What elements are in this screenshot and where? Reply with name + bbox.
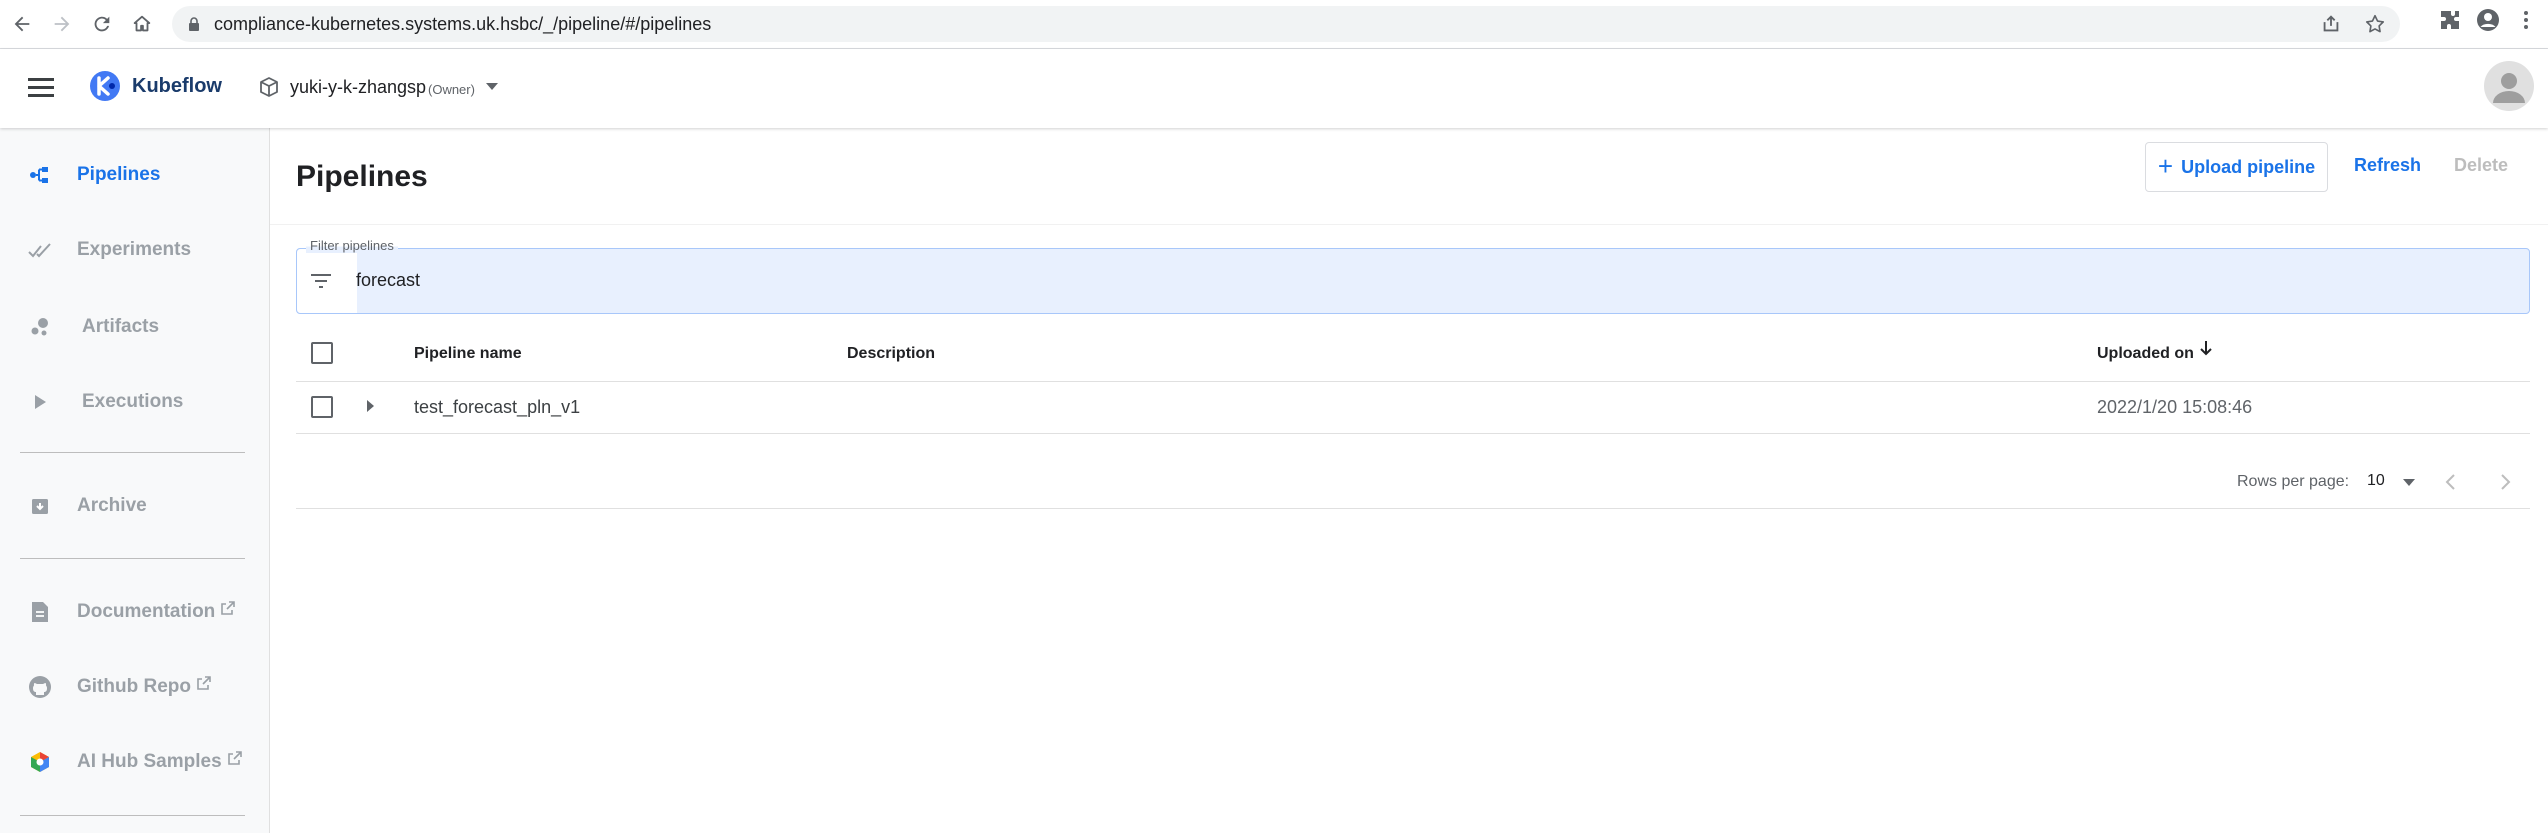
column-header-uploaded-on[interactable]: Uploaded on [2097, 345, 2194, 363]
sidebar-item-label: Documentation [77, 601, 216, 622]
pipelines-icon [28, 163, 52, 187]
table-header [296, 334, 2530, 382]
sidebar-item-label: Github Repo [77, 676, 191, 697]
profile-icon[interactable] [2476, 8, 2500, 32]
toolbar-divider [270, 224, 2548, 225]
sidebar-divider [20, 452, 245, 453]
filter-pipelines-input[interactable] [296, 248, 2530, 314]
sidebar-divider [20, 815, 245, 816]
sidebar-item-ai-hub-samples[interactable]: AI Hub Samples [0, 740, 270, 784]
forward-icon[interactable] [46, 8, 78, 40]
namespace-role: (Owner) [428, 82, 475, 97]
plus-icon: + [2157, 150, 2174, 181]
upload-pipeline-label: Upload pipeline [2181, 156, 2316, 177]
filter-value[interactable]: forecast [356, 270, 420, 291]
share-icon[interactable] [2320, 13, 2342, 35]
url-text: compliance-kubernetes.systems.uk.hsbc/_/… [214, 13, 712, 34]
github-icon [28, 675, 52, 699]
avatar-icon [2493, 73, 2525, 103]
browser-toolbar: compliance-kubernetes.systems.uk.hsbc/_/… [0, 0, 2548, 49]
previous-page-icon[interactable] [2439, 470, 2463, 494]
ai-hub-icon [28, 750, 52, 774]
home-icon[interactable] [126, 8, 158, 40]
sidebar-item-experiments[interactable]: Experiments [0, 228, 270, 272]
namespace-dropdown-icon[interactable] [486, 83, 498, 90]
external-link-icon [227, 751, 242, 765]
sidebar-item-documentation[interactable]: Documentation [0, 590, 270, 634]
sidebar-item-label: Executions [82, 391, 184, 412]
external-link-icon [197, 676, 211, 690]
reload-icon[interactable] [86, 8, 118, 40]
sidebar-item-label: Artifacts [82, 316, 160, 337]
next-page-icon[interactable] [2493, 470, 2517, 494]
sidebar-item-label-wrap: Github Repo [77, 676, 211, 698]
lock-icon [189, 17, 199, 31]
column-header-pipeline-name[interactable]: Pipeline name [414, 345, 522, 363]
menu-kebab-icon[interactable] [2514, 8, 2538, 32]
sidebar-item-executions[interactable]: Executions [0, 380, 270, 424]
app-header: Kubeflow yuki-y-k-zhangsp (Owner) [0, 49, 2548, 128]
executions-icon [28, 390, 52, 414]
sidebar-item-label: Experiments [77, 239, 192, 260]
sidebar-item-github-repo[interactable]: Github Repo [0, 665, 270, 709]
column-header-description[interactable]: Description [847, 345, 935, 363]
sidebar-item-label-wrap: AI Hub Samples [77, 751, 242, 773]
namespace-selector[interactable]: yuki-y-k-zhangsp [290, 77, 426, 98]
sidebar-divider [20, 558, 245, 559]
sidebar: Pipelines Experiments Artifacts Executio… [0, 128, 270, 833]
select-all-checkbox[interactable] [311, 342, 333, 364]
address-bar[interactable]: compliance-kubernetes.systems.uk.hsbc/_/… [172, 6, 2400, 42]
namespace-cube-icon [260, 77, 278, 97]
page-title: Pipelines [296, 160, 428, 193]
sidebar-item-pipelines[interactable]: Pipelines [0, 153, 270, 197]
sidebar-item-label-wrap: Documentation [77, 601, 236, 623]
refresh-button[interactable]: Refresh [2354, 155, 2421, 176]
sidebar-item-label: AI Hub Samples [77, 751, 222, 772]
pagination-divider [296, 508, 2530, 509]
rows-per-page-select[interactable]: 10 [2367, 472, 2385, 490]
experiments-icon [28, 238, 52, 262]
back-icon[interactable] [6, 8, 38, 40]
uploaded-on-cell: 2022/1/20 15:08:46 [2097, 397, 2253, 417]
document-icon [28, 600, 52, 624]
filter-label: Filter pipelines [306, 238, 398, 253]
filter-icon [311, 274, 331, 288]
external-link-icon [221, 601, 236, 615]
sort-descending-icon[interactable] [2197, 339, 2215, 357]
sidebar-item-archive[interactable]: Archive [0, 484, 270, 528]
hamburger-menu-icon[interactable] [28, 75, 56, 101]
sidebar-item-label: Archive [77, 495, 147, 516]
rows-per-page-dropdown-icon[interactable] [2403, 479, 2415, 486]
delete-button[interactable]: Delete [2454, 155, 2508, 176]
expand-row-icon[interactable] [367, 400, 374, 412]
account-avatar[interactable] [2484, 61, 2534, 111]
rows-per-page-label: Rows per page: [2237, 473, 2350, 490]
upload-pipeline-button[interactable]: + Upload pipeline [2145, 142, 2328, 192]
bookmark-star-icon[interactable] [2364, 13, 2386, 35]
sidebar-item-label: Pipelines [77, 164, 161, 185]
kubeflow-logo-icon[interactable] [88, 69, 122, 103]
pipeline-name-cell[interactable]: test_forecast_pln_v1 [414, 397, 580, 418]
sidebar-item-artifacts[interactable]: Artifacts [0, 305, 270, 349]
archive-icon [28, 494, 52, 518]
row-checkbox[interactable] [311, 396, 333, 418]
extensions-icon[interactable] [2438, 8, 2462, 32]
artifacts-icon [28, 315, 52, 339]
app-title[interactable]: Kubeflow [132, 75, 222, 98]
